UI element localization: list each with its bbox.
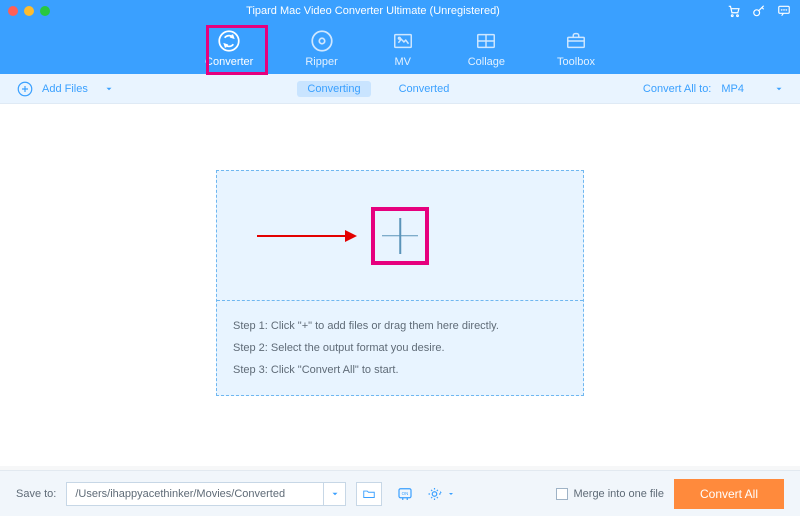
save-path-dropdown[interactable]: [323, 483, 345, 505]
nav-converter[interactable]: Converter: [205, 29, 253, 68]
convert-all-to: Convert All to: MP4: [643, 83, 784, 95]
window-title: Tipard Mac Video Converter Ultimate (Unr…: [20, 5, 726, 17]
nav-label: Converter: [205, 56, 253, 68]
feedback-icon[interactable]: [776, 4, 792, 18]
chevron-down-icon[interactable]: [104, 84, 114, 94]
instruction-step-3: Step 3: Click "Convert All" to start.: [233, 359, 567, 381]
save-path-value: /Users/ihappyacethinker/Movies/Converted: [67, 488, 323, 500]
cart-icon[interactable]: [726, 4, 742, 18]
tab-converted[interactable]: Converted: [389, 81, 460, 97]
converter-icon: [216, 29, 242, 53]
output-format-value: MP4: [721, 83, 744, 95]
convert-all-to-label: Convert All to:: [643, 83, 711, 95]
chevron-down-icon: [447, 490, 455, 498]
add-files-plus-button[interactable]: [380, 216, 420, 256]
settings-button[interactable]: [428, 482, 454, 506]
bottom-bar: Save to: /Users/ihappyacethinker/Movies/…: [0, 470, 800, 516]
nav-ripper[interactable]: Ripper: [305, 29, 337, 68]
nav-label: Collage: [468, 56, 505, 68]
add-files-button[interactable]: Add Files: [16, 80, 114, 98]
gear-icon: [427, 485, 445, 503]
gpu-accel-button[interactable]: ON: [392, 482, 418, 506]
drop-zone-upper[interactable]: [217, 171, 583, 301]
main-nav: Converter Ripper MV Collage Toolbox: [0, 22, 800, 74]
toolbox-icon: [563, 29, 589, 53]
chevron-down-icon: [774, 84, 784, 94]
sub-toolbar: Add Files Converting Converted Convert A…: [0, 74, 800, 104]
gpu-icon: ON: [395, 485, 415, 503]
nav-label: Ripper: [305, 56, 337, 68]
tab-converting[interactable]: Converting: [297, 81, 370, 97]
status-tabs: Converting Converted: [114, 81, 643, 97]
save-to-label: Save to:: [16, 488, 56, 500]
mv-icon: [390, 29, 416, 53]
nav-label: Toolbox: [557, 56, 595, 68]
checkbox-icon: [556, 488, 568, 500]
title-bar: Tipard Mac Video Converter Ultimate (Unr…: [0, 0, 800, 22]
key-icon[interactable]: [752, 4, 766, 18]
instruction-step-2: Step 2: Select the output format you des…: [233, 337, 567, 359]
merge-label: Merge into one file: [574, 488, 665, 500]
nav-toolbox[interactable]: Toolbox: [557, 29, 595, 68]
merge-checkbox[interactable]: Merge into one file: [556, 488, 665, 500]
svg-text:ON: ON: [402, 490, 409, 495]
instruction-step-1: Step 1: Click "+" to add files or drag t…: [233, 315, 567, 337]
drop-zone-instructions: Step 1: Click "+" to add files or drag t…: [217, 301, 583, 395]
save-path-field[interactable]: /Users/ihappyacethinker/Movies/Converted: [66, 482, 346, 506]
nav-mv[interactable]: MV: [390, 29, 416, 68]
main-area: Step 1: Click "+" to add files or drag t…: [0, 104, 800, 466]
convert-all-button[interactable]: Convert All: [674, 479, 784, 509]
output-format-select[interactable]: MP4: [721, 83, 784, 95]
folder-icon: [361, 487, 377, 501]
collage-icon: [473, 29, 499, 53]
ripper-icon: [309, 29, 335, 53]
drop-zone[interactable]: Step 1: Click "+" to add files or drag t…: [216, 170, 584, 396]
nav-collage[interactable]: Collage: [468, 29, 505, 68]
close-window-button[interactable]: [8, 6, 18, 16]
nav-label: MV: [394, 56, 411, 68]
plus-circle-icon: [16, 80, 34, 98]
add-files-label: Add Files: [42, 83, 88, 95]
annotation-arrow-icon: [257, 228, 357, 244]
open-folder-button[interactable]: [356, 482, 382, 506]
